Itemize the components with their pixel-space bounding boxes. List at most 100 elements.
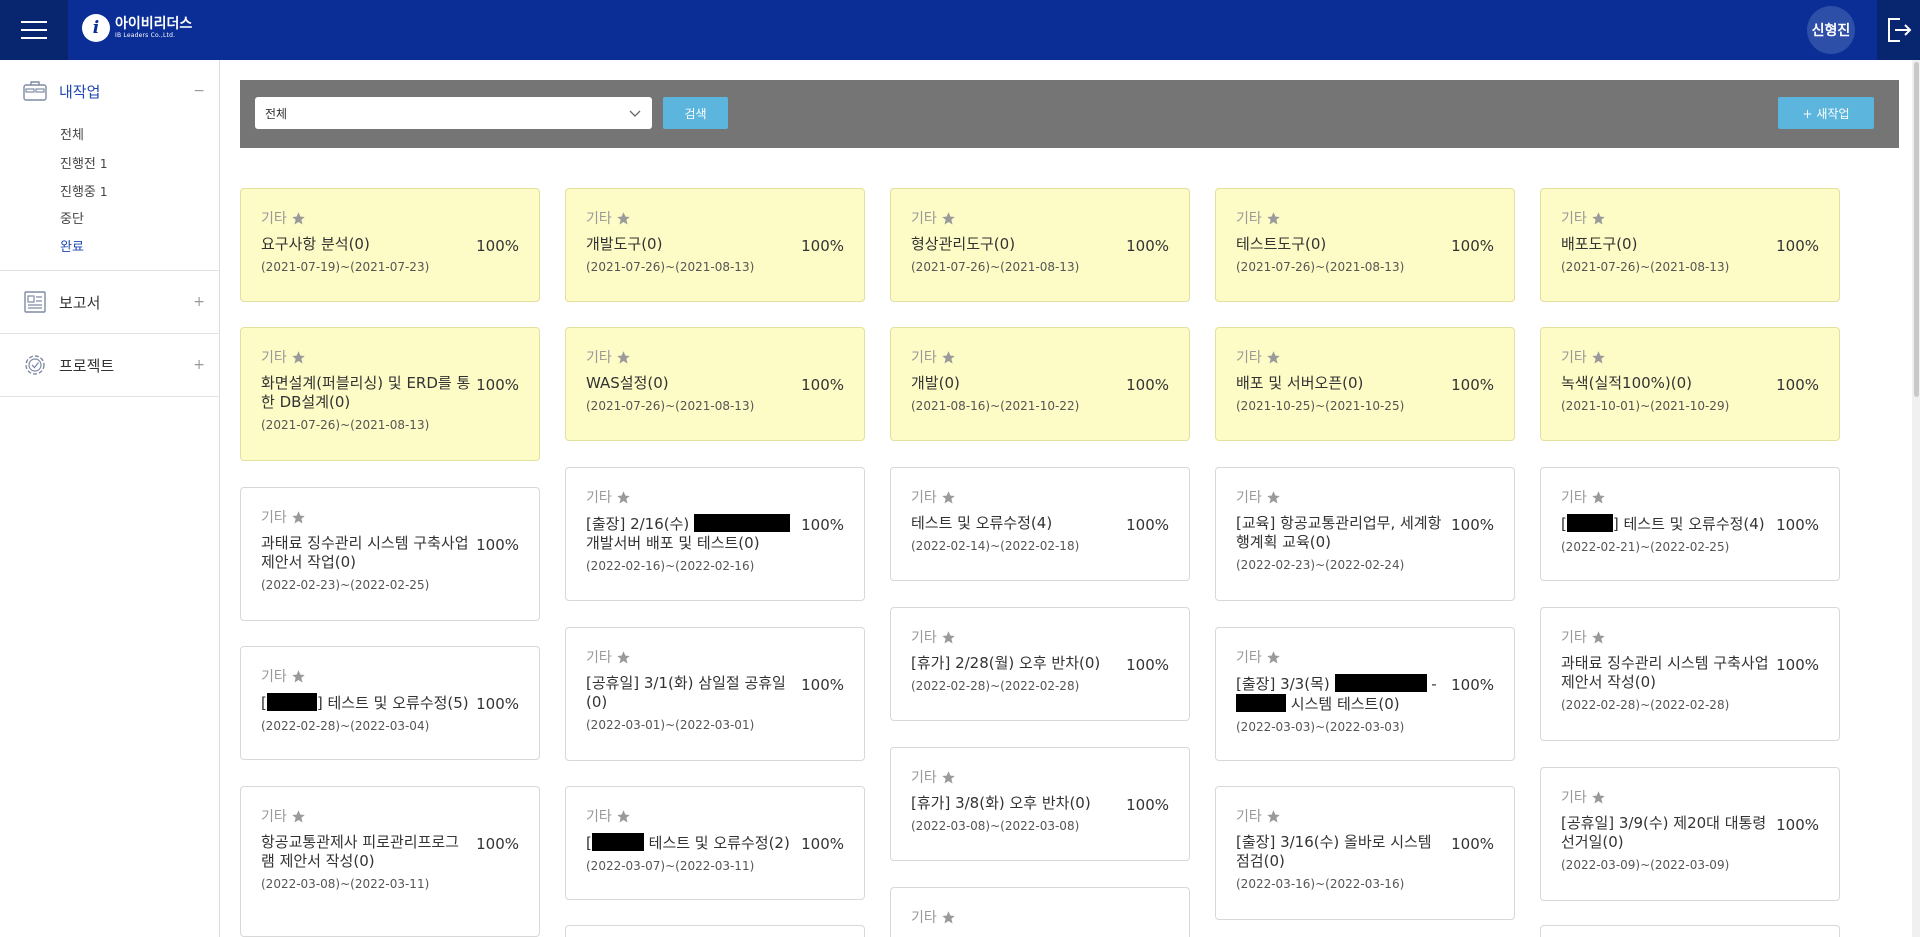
- star-icon[interactable]: [1266, 809, 1281, 824]
- card-category: 기타: [586, 348, 844, 366]
- star-icon[interactable]: [941, 211, 956, 226]
- task-card[interactable]: 기타 개발도구(0) 100% (2021-07-26)~(2021-08-13…: [565, 188, 865, 302]
- sidebar-item-my-work[interactable]: 내작업 −: [0, 60, 219, 122]
- card-dates: (2022-03-09)~(2022-03-09): [1561, 858, 1730, 872]
- task-card[interactable]: 기타 [공휴일] 3/9(수) 제20대 대통령 선거일(0) 100% (20…: [1540, 767, 1840, 901]
- task-card[interactable]: 기타 [휴가] 3/8(화) 오후 반차(0) 100% (2022-03-08…: [890, 747, 1190, 861]
- task-card[interactable]: 기타: [890, 887, 1190, 937]
- task-card[interactable]: 기타 WAS설정(0) 100% (2021-07-26)~(2021-08-1…: [565, 327, 865, 441]
- star-icon[interactable]: [941, 490, 956, 505]
- new-task-button[interactable]: + 새작업: [1778, 97, 1874, 129]
- expand-toggle[interactable]: +: [193, 294, 205, 310]
- task-card[interactable]: 기타 요구사항 분석(0) 100% (2021-07-19)~(2021-07…: [240, 188, 540, 302]
- company-logo[interactable]: i 아이비리더스 IB Leaders Co.,Ltd.: [82, 14, 192, 42]
- star-icon[interactable]: [616, 211, 631, 226]
- sidebar: 내작업 − 전체 진행전 1 진행중 1 중단 완료 보고서 + 프로젝트 +: [0, 60, 220, 937]
- star-icon[interactable]: [291, 809, 306, 824]
- star-icon[interactable]: [1591, 211, 1606, 226]
- card-category: 기타: [911, 768, 1169, 786]
- card-dates: (2021-07-26)~(2021-08-13): [261, 418, 430, 432]
- task-card[interactable]: 기타 [휴가] 2/28(월) 오후 반차(0) 100% (2022-02-2…: [890, 607, 1190, 721]
- task-card[interactable]: 기타 녹색(실적100%)(0) 100% (2021-10-01)~(2021…: [1540, 327, 1840, 441]
- sidebar-section-my-work: 내작업 − 전체 진행전 1 진행중 1 중단 완료: [0, 60, 219, 271]
- card-dates: (2022-03-16)~(2022-03-16): [1236, 877, 1405, 891]
- star-icon[interactable]: [616, 490, 631, 505]
- sidebar-item-reports[interactable]: 보고서 +: [0, 271, 219, 333]
- star-icon[interactable]: [291, 669, 306, 684]
- sidebar-item-in-progress[interactable]: 진행중 1: [60, 178, 219, 206]
- sidebar-item-stopped[interactable]: 중단: [60, 206, 219, 234]
- star-icon[interactable]: [941, 770, 956, 785]
- task-card[interactable]: 기타 [공휴일] 3/1(화) 삼일절 공휴일(0) 100% (2022-03…: [565, 627, 865, 761]
- card-category: 기타: [261, 209, 519, 227]
- star-icon[interactable]: [291, 510, 306, 525]
- sidebar-item-projects[interactable]: 프로젝트 +: [0, 334, 219, 396]
- card-title: [교육] 항공교통관리업무, 세계항행계획 교육(0): [1236, 514, 1442, 551]
- task-card[interactable]: 기타 과태료 징수관리 시스템 구축사업 제안서 작업(0) 100% (202…: [240, 487, 540, 621]
- star-icon[interactable]: [1266, 490, 1281, 505]
- sidebar-item-all[interactable]: 전체: [60, 122, 219, 150]
- star-icon[interactable]: [616, 350, 631, 365]
- card-dates: (2022-03-07)~(2022-03-11): [586, 859, 755, 873]
- task-card[interactable]: 기타 개발(0) 100% (2021-08-16)~(2021-10-22): [890, 327, 1190, 441]
- card-title: [휴가] 2/28(월) 오후 반차(0): [911, 654, 1101, 672]
- scrollbar-thumb[interactable]: [1914, 62, 1919, 397]
- card-title: WAS설정(0): [586, 374, 669, 392]
- star-icon[interactable]: [291, 211, 306, 226]
- document-icon: [24, 291, 46, 313]
- expand-toggle[interactable]: +: [193, 357, 205, 373]
- star-icon[interactable]: [1591, 350, 1606, 365]
- task-card[interactable]: 기타 배포 및 서버오픈(0) 100% (2021-10-25)~(2021-…: [1215, 327, 1515, 441]
- star-icon[interactable]: [616, 650, 631, 665]
- task-card[interactable]: 기타 테스트도구(0) 100% (2021-07-26)~(2021-08-1…: [1215, 188, 1515, 302]
- star-icon[interactable]: [1266, 650, 1281, 665]
- task-card[interactable]: 기타 과태료 징수관리 시스템 구축사업 제안서 작성(0) 100% (202…: [1540, 607, 1840, 741]
- task-card[interactable]: 기타 배포도구(0) 100% (2021-07-26)~(2021-08-13…: [1540, 188, 1840, 302]
- sidebar-item-completed[interactable]: 완료: [60, 234, 219, 262]
- star-icon[interactable]: [1591, 490, 1606, 505]
- logo-mark-icon: i: [82, 14, 110, 42]
- task-card[interactable]: [565, 925, 865, 937]
- sidebar-label-projects: 프로젝트: [59, 356, 115, 375]
- gear-check-icon: [25, 355, 45, 375]
- search-button[interactable]: 검색: [663, 97, 728, 129]
- task-card[interactable]: 기타 [출장] 3/3(목) - 시스템 테스트(0) 100% (2022-0…: [1215, 627, 1515, 761]
- sidebar-label-my-work: 내작업: [59, 82, 101, 101]
- star-icon[interactable]: [291, 350, 306, 365]
- redacted-block: [1566, 514, 1613, 532]
- star-icon[interactable]: [1591, 630, 1606, 645]
- card-title: 녹색(실적100%)(0): [1561, 374, 1693, 392]
- task-card[interactable]: 기타 [ 테스트 및 오류수정(2) 100% (2022-03-07)~(20…: [565, 786, 865, 900]
- card-title: [출장] 2/16(수) 개발서버 배포 및 테스트(0): [586, 514, 796, 553]
- card-title: 배포 및 서버오픈(0): [1236, 374, 1364, 392]
- sidebar-submenu: 전체 진행전 1 진행중 1 중단 완료: [0, 122, 219, 270]
- redacted-block: [1334, 674, 1427, 692]
- star-icon[interactable]: [1266, 211, 1281, 226]
- task-card[interactable]: 기타 [출장] 3/16(수) 올바로 시스템 점검(0) 100% (2022…: [1215, 786, 1515, 920]
- user-avatar[interactable]: 신형진: [1807, 6, 1855, 54]
- star-icon[interactable]: [941, 630, 956, 645]
- card-dates: (2021-07-26)~(2021-08-13): [1561, 260, 1730, 274]
- star-icon[interactable]: [941, 910, 956, 925]
- task-card[interactable]: 기타 형상관리도구(0) 100% (2021-07-26)~(2021-08-…: [890, 188, 1190, 302]
- star-icon[interactable]: [941, 350, 956, 365]
- task-card[interactable]: [1540, 925, 1840, 937]
- task-card[interactable]: 기타 화면설계(퍼블리싱) 및 ERD를 통한 DB설계(0) 100% (20…: [240, 327, 540, 461]
- menu-button[interactable]: [0, 0, 68, 60]
- task-card[interactable]: 기타 [] 테스트 및 오류수정(5) 100% (2022-02-28)~(2…: [240, 646, 540, 760]
- logout-button[interactable]: [1877, 0, 1920, 60]
- sidebar-item-not-started[interactable]: 진행전 1: [60, 150, 219, 178]
- card-title: [ 테스트 및 오류수정(2): [586, 833, 790, 852]
- card-dates: (2022-02-16)~(2022-02-16): [586, 559, 755, 573]
- task-card[interactable]: 기타 [] 테스트 및 오류수정(4) 100% (2022-02-21)~(2…: [1540, 467, 1840, 581]
- task-card[interactable]: 기타 항공교통관제사 피로관리프로그램 제안서 작성(0) 100% (2022…: [240, 786, 540, 937]
- card-category: 기타: [1561, 788, 1819, 806]
- task-card[interactable]: 기타 [교육] 항공교통관리업무, 세계항행계획 교육(0) 100% (202…: [1215, 467, 1515, 601]
- task-card[interactable]: 기타 테스트 및 오류수정(4) 100% (2022-02-14)~(2022…: [890, 467, 1190, 581]
- star-icon[interactable]: [1266, 350, 1281, 365]
- star-icon[interactable]: [616, 809, 631, 824]
- star-icon[interactable]: [1591, 790, 1606, 805]
- status-select[interactable]: 전체: [255, 97, 652, 129]
- collapse-toggle[interactable]: −: [193, 83, 205, 99]
- task-card[interactable]: 기타 [출장] 2/16(수) 개발서버 배포 및 테스트(0) 100% (2…: [565, 467, 865, 601]
